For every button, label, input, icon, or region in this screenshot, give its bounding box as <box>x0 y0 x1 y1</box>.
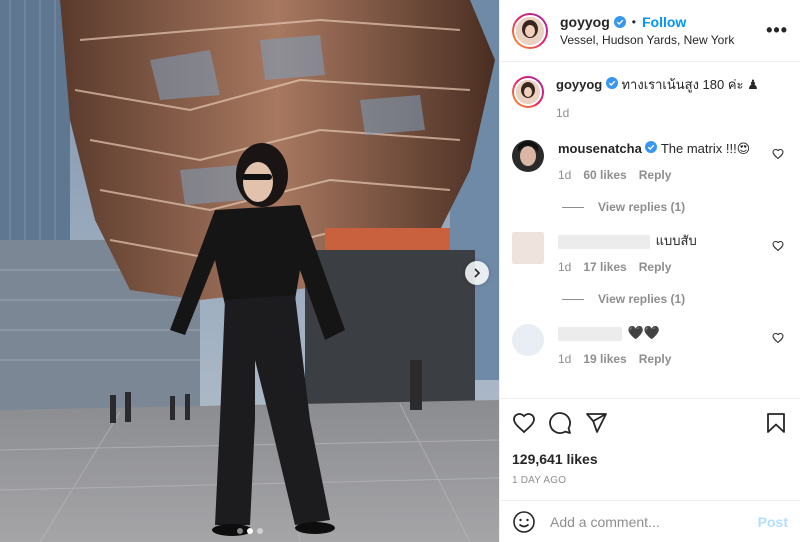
next-image-button[interactable] <box>465 261 489 285</box>
carousel-dot <box>256 528 263 534</box>
reply-button[interactable]: Reply <box>639 352 672 366</box>
comment-input[interactable] <box>550 513 758 530</box>
author-username[interactable]: goyyog <box>560 14 610 30</box>
comment-likes[interactable]: 17 likes <box>583 260 626 274</box>
carousel-indicators <box>0 528 499 534</box>
post-header: goyyog • Follow Vessel, Hudson Yards, Ne… <box>500 0 800 62</box>
verified-badge-icon <box>645 141 658 153</box>
commenter-username-blurred[interactable] <box>558 234 650 249</box>
like-heart-icon[interactable] <box>512 411 536 435</box>
comment-likes[interactable]: 19 likes <box>583 352 626 366</box>
commenter-username-blurred[interactable] <box>558 326 622 341</box>
view-replies-button[interactable]: View replies (1) <box>562 292 788 306</box>
caption-username[interactable]: goyyog <box>556 77 602 92</box>
comment-item: 🖤🖤 1d 19 likes Reply <box>512 324 788 366</box>
commenter-username[interactable]: mousenatcha <box>558 141 642 156</box>
post-location[interactable]: Vessel, Hudson Yards, New York <box>560 33 766 47</box>
view-replies-label: View replies (1) <box>598 292 686 306</box>
comment-item: แบบสับ 1d 17 likes Reply <box>512 232 788 274</box>
comment-item: mousenatcha The matrix !!!😍 1d 60 likes … <box>512 140 788 182</box>
emoji-icon[interactable] <box>512 510 536 534</box>
post-date[interactable]: 1 DAY AGO <box>512 475 788 486</box>
commenter-avatar-blurred[interactable] <box>512 232 544 264</box>
view-replies-label: View replies (1) <box>598 200 686 214</box>
comment-time[interactable]: 1d <box>558 352 571 366</box>
like-comment-heart-icon[interactable] <box>772 332 784 344</box>
bookmark-icon[interactable] <box>764 411 788 435</box>
share-icon[interactable] <box>584 411 608 435</box>
post-details-panel: goyyog • Follow Vessel, Hudson Yards, Ne… <box>499 0 800 542</box>
reply-button[interactable]: Reply <box>639 260 672 274</box>
caption: goyyog ทางเราเน้นสูง 180 ค่ะ ♟ 1d <box>512 76 788 120</box>
comment-text: The matrix !!!😍 <box>660 141 751 156</box>
separator-dot: • <box>631 15 636 29</box>
view-replies-button[interactable]: View replies (1) <box>562 200 788 214</box>
caption-text: ทางเราเน้นสูง 180 ค่ะ ♟ <box>621 77 759 92</box>
comment-icon[interactable] <box>548 411 572 435</box>
verified-badge-icon <box>613 16 626 28</box>
add-comment-bar: Post <box>500 500 800 542</box>
commenter-avatar-blurred[interactable] <box>512 324 544 356</box>
post-photo-illustration <box>0 0 499 542</box>
more-options-button[interactable]: ••• <box>766 20 788 41</box>
commenter-avatar[interactable] <box>512 140 544 172</box>
post-image[interactable] <box>0 0 499 542</box>
comments-list: goyyog ทางเราเน้นสูง 180 ค่ะ ♟ 1d mousen… <box>500 62 800 397</box>
comment-time[interactable]: 1d <box>558 260 571 274</box>
reply-button[interactable]: Reply <box>639 168 672 182</box>
divider-line <box>562 298 584 300</box>
comment-text: แบบสับ <box>655 233 697 248</box>
likes-count[interactable]: 129,641 likes <box>512 451 788 467</box>
post-actions: 129,641 likes 1 DAY AGO <box>500 398 800 502</box>
carousel-dot-active <box>246 528 253 534</box>
caption-time[interactable]: 1d <box>556 106 569 120</box>
comment-likes[interactable]: 60 likes <box>583 168 626 182</box>
verified-badge-icon <box>605 77 618 89</box>
chevron-right-icon <box>474 268 481 278</box>
carousel-dot <box>236 528 243 534</box>
like-comment-heart-icon[interactable] <box>772 240 784 252</box>
follow-button[interactable]: Follow <box>642 14 686 30</box>
like-comment-heart-icon[interactable] <box>772 148 784 160</box>
post-comment-button[interactable]: Post <box>758 514 788 530</box>
comment-text: 🖤🖤 <box>627 325 660 340</box>
author-avatar[interactable] <box>512 12 548 49</box>
caption-avatar[interactable] <box>512 76 544 108</box>
divider-line <box>562 206 584 208</box>
comment-time[interactable]: 1d <box>558 168 571 182</box>
